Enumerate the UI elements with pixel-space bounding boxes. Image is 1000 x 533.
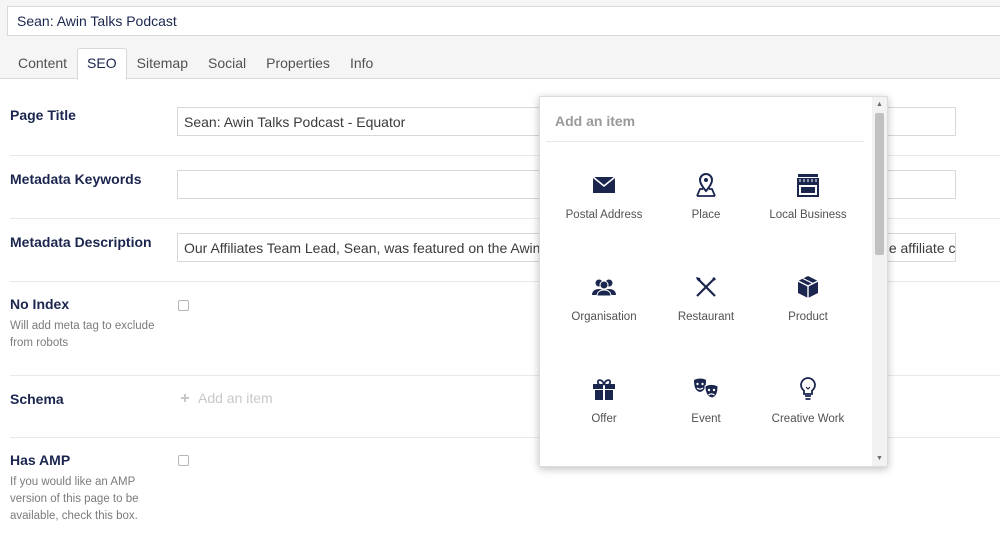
item-label: Restaurant — [677, 311, 735, 323]
item-label: Creative Work — [771, 413, 845, 425]
has-amp-checkbox[interactable] — [178, 455, 189, 466]
box-icon — [794, 273, 822, 301]
item-label: Place — [691, 209, 721, 221]
tab-seo[interactable]: SEO — [77, 48, 127, 80]
envelope-icon — [590, 171, 618, 199]
lightbulb-icon — [794, 375, 822, 403]
item-label: Event — [691, 413, 721, 425]
tab-sitemap[interactable]: Sitemap — [127, 48, 198, 79]
item-product[interactable]: Product — [757, 259, 859, 326]
metadata-description-label: Metadata Description — [10, 234, 152, 250]
item-label: Offer — [591, 413, 617, 425]
item-label: Product — [788, 311, 828, 323]
item-label: Local Business — [769, 209, 847, 221]
item-label: Postal Address — [565, 209, 643, 221]
scroll-down-arrow-icon[interactable]: ▼ — [875, 454, 884, 463]
gift-icon — [590, 375, 618, 403]
map-pin-icon — [692, 171, 720, 199]
no-index-checkbox[interactable] — [178, 300, 189, 311]
has-amp-label: Has AMP — [10, 452, 71, 468]
scroll-up-arrow-icon[interactable]: ▲ — [875, 100, 884, 109]
item-offer[interactable]: Offer — [553, 361, 655, 428]
item-organisation[interactable]: Organisation — [553, 259, 655, 326]
theater-masks-icon — [692, 375, 720, 403]
metadata-keywords-label: Metadata Keywords — [10, 171, 142, 187]
item-place[interactable]: Place — [655, 157, 757, 224]
scrollbar-thumb[interactable] — [875, 113, 884, 255]
tab-bar: Content SEO Sitemap Social Properties In… — [8, 48, 383, 80]
schema-type-grid: Postal Address Place Local Business Orga… — [553, 157, 859, 428]
editor-header: Sean: Awin Talks Podcast Content SEO Sit… — [0, 0, 1000, 80]
tab-info[interactable]: Info — [340, 48, 383, 79]
add-item-dropdown: Add an item Postal Address Place Local B… — [539, 96, 888, 467]
item-label: Organisation — [571, 311, 637, 323]
cutlery-icon — [692, 273, 720, 301]
tab-content[interactable]: Content — [8, 48, 77, 79]
no-index-description: Will add meta tag to exclude from robots — [10, 320, 155, 349]
item-local-business[interactable]: Local Business — [757, 157, 859, 224]
item-event[interactable]: Event — [655, 361, 757, 428]
item-postal-address[interactable]: Postal Address — [553, 157, 655, 224]
no-index-label: No Index — [10, 296, 70, 312]
item-restaurant[interactable]: Restaurant — [655, 259, 757, 326]
schema-label: Schema — [10, 391, 64, 407]
schema-add-item-label: Add an item — [198, 390, 273, 406]
tab-social[interactable]: Social — [198, 48, 256, 79]
page-title-label: Page Title — [10, 107, 76, 123]
has-amp-description: If you would like an AMP version of this… — [10, 476, 139, 522]
plus-icon — [180, 390, 190, 406]
dropdown-scrollbar[interactable]: ▲ ▼ — [872, 97, 887, 466]
people-icon — [590, 273, 618, 301]
dropdown-header: Add an item — [546, 97, 864, 142]
item-creative-work[interactable]: Creative Work — [757, 361, 859, 428]
node-name-input[interactable]: Sean: Awin Talks Podcast — [7, 6, 1000, 36]
tab-properties[interactable]: Properties — [256, 48, 340, 79]
schema-add-item-button[interactable]: Add an item — [180, 390, 273, 406]
store-icon — [794, 171, 822, 199]
